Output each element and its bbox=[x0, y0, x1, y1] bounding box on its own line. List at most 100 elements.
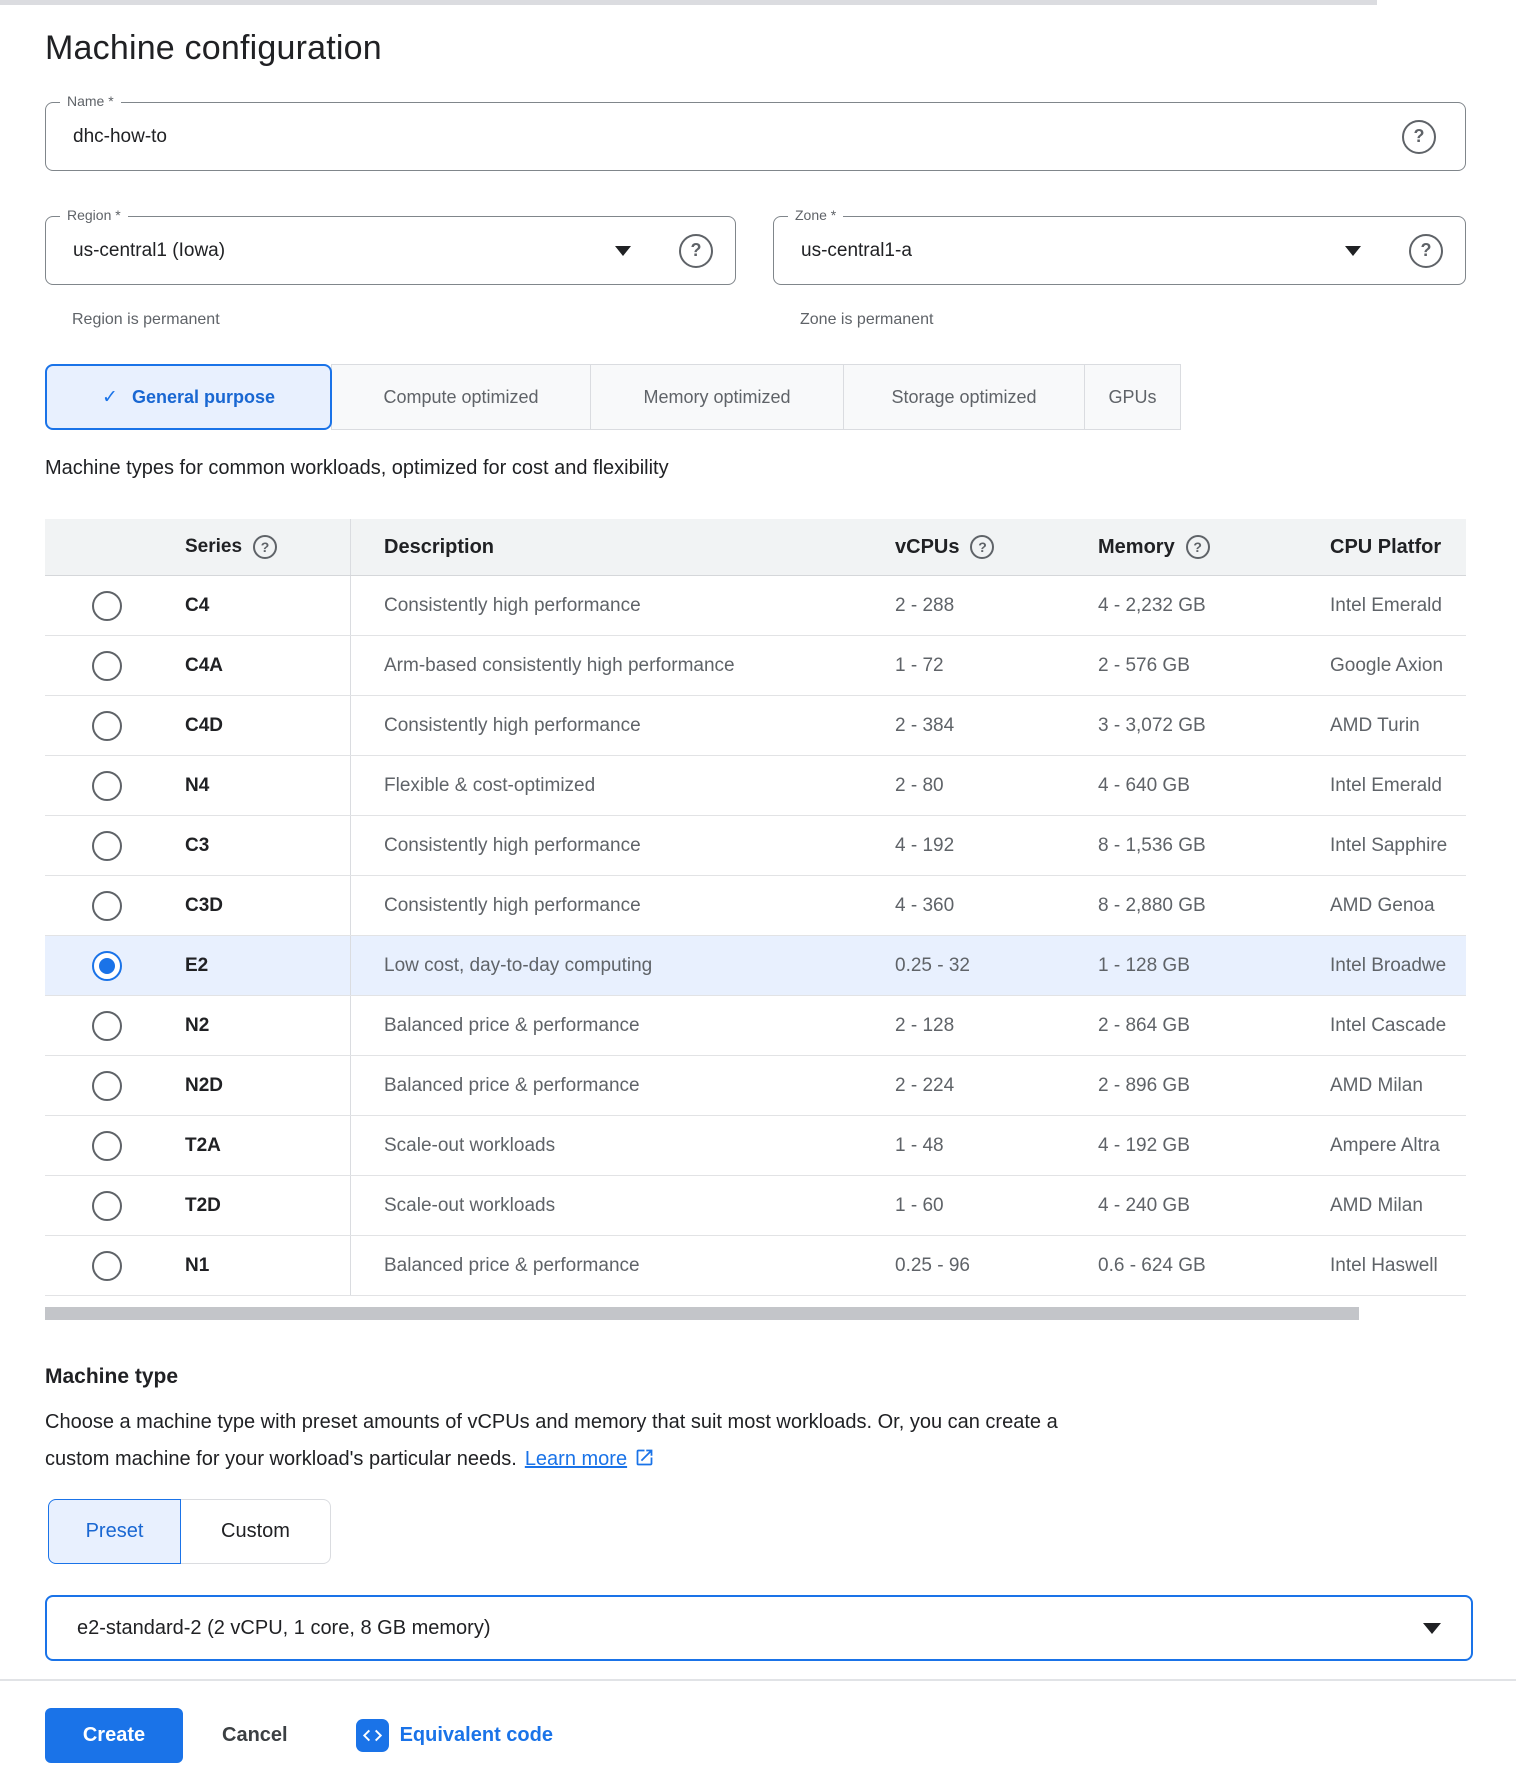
code-icon bbox=[356, 1719, 389, 1752]
tab-label: Storage optimized bbox=[891, 387, 1036, 408]
tab-gpus[interactable]: ✓ GPUs bbox=[1084, 364, 1181, 430]
region-select[interactable]: Region * us-central1 (Iowa) ? bbox=[45, 216, 736, 285]
table-row-c3d[interactable]: C3D Consistently high performance 4 - 36… bbox=[45, 876, 1466, 936]
region-help-icon[interactable]: ? bbox=[679, 234, 713, 268]
tab-label: Memory optimized bbox=[643, 387, 790, 408]
series-radio[interactable] bbox=[92, 891, 122, 921]
series-vcpus: 1 - 48 bbox=[895, 1135, 1098, 1157]
memory-help-icon[interactable]: ? bbox=[1186, 535, 1210, 559]
series-name: T2A bbox=[137, 1135, 350, 1157]
footer-divider bbox=[0, 1679, 1516, 1681]
series-name: N1 bbox=[137, 1255, 350, 1277]
chevron-down-icon[interactable] bbox=[1423, 1623, 1441, 1634]
series-cpu-platform: Intel Broadwe bbox=[1330, 955, 1466, 977]
table-row-n4[interactable]: N4 Flexible & cost-optimized 2 - 80 4 - … bbox=[45, 756, 1466, 816]
series-name: C3 bbox=[137, 835, 350, 857]
table-row-c4a[interactable]: C4A Arm-based consistently high performa… bbox=[45, 636, 1466, 696]
series-vcpus: 2 - 384 bbox=[895, 715, 1098, 737]
table-row-e2[interactable]: E2 Low cost, day-to-day computing 0.25 -… bbox=[45, 936, 1466, 996]
name-help-icon[interactable]: ? bbox=[1402, 120, 1436, 154]
chevron-down-icon[interactable] bbox=[615, 246, 631, 256]
series-radio[interactable] bbox=[92, 831, 122, 861]
zone-help-icon[interactable]: ? bbox=[1409, 234, 1443, 268]
series-radio[interactable] bbox=[92, 591, 122, 621]
table-row-c4[interactable]: C4 Consistently high performance 2 - 288… bbox=[45, 576, 1466, 636]
table-row-c3[interactable]: C3 Consistently high performance 4 - 192… bbox=[45, 816, 1466, 876]
tab-storage-optimized[interactable]: ✓ Storage optimized bbox=[843, 364, 1085, 430]
series-memory: 1 - 128 GB bbox=[1098, 955, 1330, 977]
vcpus-help-icon[interactable]: ? bbox=[970, 535, 994, 559]
create-button[interactable]: Create bbox=[45, 1708, 183, 1763]
tab-label: General purpose bbox=[132, 387, 275, 408]
series-vcpus: 2 - 288 bbox=[895, 595, 1098, 617]
series-name: C3D bbox=[137, 895, 350, 917]
series-description: Consistently high performance bbox=[350, 576, 895, 635]
series-memory: 8 - 1,536 GB bbox=[1098, 835, 1330, 857]
table-row-n2d[interactable]: N2D Balanced price & performance 2 - 224… bbox=[45, 1056, 1466, 1116]
series-memory: 2 - 896 GB bbox=[1098, 1075, 1330, 1097]
series-radio[interactable] bbox=[92, 1011, 122, 1041]
series-vcpus: 2 - 80 bbox=[895, 775, 1098, 797]
series-column-header: Series ? bbox=[137, 535, 350, 559]
machine-type-select[interactable]: e2-standard-2 (2 vCPU, 1 core, 8 GB memo… bbox=[45, 1595, 1473, 1661]
tab-label: Compute optimized bbox=[383, 387, 538, 408]
series-cpu-platform: AMD Turin bbox=[1330, 715, 1466, 737]
series-memory: 2 - 864 GB bbox=[1098, 1015, 1330, 1037]
equivalent-code-button[interactable]: Equivalent code bbox=[356, 1719, 553, 1752]
memory-column-header: Memory ? bbox=[1098, 535, 1330, 559]
machine-type-value: e2-standard-2 (2 vCPU, 1 core, 8 GB memo… bbox=[77, 1617, 490, 1640]
series-cpu-platform: Intel Cascade bbox=[1330, 1015, 1466, 1037]
series-help-icon[interactable]: ? bbox=[253, 535, 277, 559]
cancel-button[interactable]: Cancel bbox=[222, 1724, 288, 1747]
series-vcpus: 2 - 128 bbox=[895, 1015, 1098, 1037]
series-radio[interactable] bbox=[92, 651, 122, 681]
zone-value: us-central1-a bbox=[801, 240, 912, 262]
external-link-icon bbox=[634, 1447, 655, 1468]
learn-more-link[interactable]: Learn more bbox=[525, 1448, 627, 1470]
preset-button[interactable]: Preset bbox=[48, 1499, 181, 1564]
region-label: Region * bbox=[60, 207, 128, 223]
series-cpu-platform: AMD Genoa bbox=[1330, 895, 1466, 917]
check-icon: ✓ bbox=[102, 386, 118, 409]
zone-helper-text: Zone is permanent bbox=[800, 311, 933, 329]
page-title: Machine configuration bbox=[45, 29, 1516, 68]
series-description: Scale-out workloads bbox=[350, 1116, 895, 1175]
horizontal-scrollbar[interactable] bbox=[45, 1307, 1466, 1320]
series-vcpus: 4 - 192 bbox=[895, 835, 1098, 857]
series-radio[interactable] bbox=[92, 1251, 122, 1281]
tab-description: Machine types for common workloads, opti… bbox=[45, 457, 1516, 480]
equivalent-code-label: Equivalent code bbox=[400, 1724, 553, 1747]
name-field[interactable]: Name * dhc-how-to ? bbox=[45, 102, 1466, 171]
table-row-n2[interactable]: N2 Balanced price & performance 2 - 128 … bbox=[45, 996, 1466, 1056]
table-row-c4d[interactable]: C4D Consistently high performance 2 - 38… bbox=[45, 696, 1466, 756]
series-cpu-platform: Intel Sapphire bbox=[1330, 835, 1466, 857]
series-vcpus: 4 - 360 bbox=[895, 895, 1098, 917]
series-radio[interactable] bbox=[92, 1131, 122, 1161]
series-radio[interactable] bbox=[92, 711, 122, 741]
series-radio[interactable] bbox=[92, 1071, 122, 1101]
chevron-down-icon[interactable] bbox=[1345, 246, 1361, 256]
table-row-t2a[interactable]: T2A Scale-out workloads 1 - 48 4 - 192 G… bbox=[45, 1116, 1466, 1176]
series-radio[interactable] bbox=[92, 951, 122, 981]
series-memory: 3 - 3,072 GB bbox=[1098, 715, 1330, 737]
tab-compute-optimized[interactable]: ✓ Compute optimized bbox=[331, 364, 591, 430]
table-row-t2d[interactable]: T2D Scale-out workloads 1 - 60 4 - 240 G… bbox=[45, 1176, 1466, 1236]
preset-custom-toggle: Preset Custom bbox=[48, 1499, 331, 1564]
series-memory: 4 - 640 GB bbox=[1098, 775, 1330, 797]
series-radio[interactable] bbox=[92, 1191, 122, 1221]
table-row-n1[interactable]: N1 Balanced price & performance 0.25 - 9… bbox=[45, 1236, 1466, 1296]
tab-general-purpose[interactable]: ✓ General purpose bbox=[45, 364, 332, 430]
series-memory: 4 - 2,232 GB bbox=[1098, 595, 1330, 617]
zone-select[interactable]: Zone * us-central1-a ? bbox=[773, 216, 1466, 285]
scrollbar-thumb[interactable] bbox=[45, 1307, 1359, 1320]
tab-memory-optimized[interactable]: ✓ Memory optimized bbox=[590, 364, 844, 430]
series-radio[interactable] bbox=[92, 771, 122, 801]
machine-family-tabs: ✓ General purpose ✓ Compute optimized ✓ … bbox=[45, 364, 1516, 430]
series-cpu-platform: AMD Milan bbox=[1330, 1195, 1466, 1217]
custom-button[interactable]: Custom bbox=[181, 1499, 331, 1564]
series-memory: 2 - 576 GB bbox=[1098, 655, 1330, 677]
series-memory: 0.6 - 624 GB bbox=[1098, 1255, 1330, 1277]
series-cpu-platform: Intel Emerald bbox=[1330, 595, 1466, 617]
series-table-header: Series ? Description vCPUs ? Memory ? CP… bbox=[45, 519, 1466, 576]
series-vcpus: 1 - 72 bbox=[895, 655, 1098, 677]
